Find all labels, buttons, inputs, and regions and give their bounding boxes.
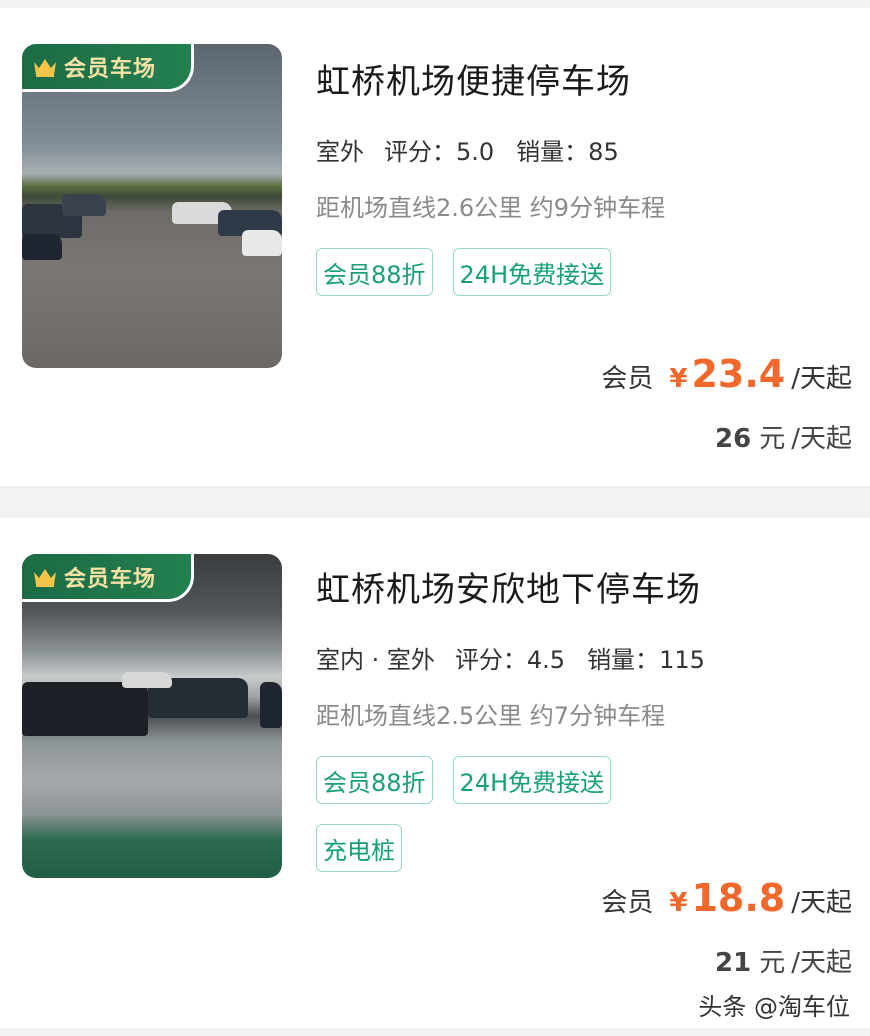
- sales-value: 85: [588, 138, 619, 166]
- environment-label: 室内 · 室外: [312, 640, 443, 675]
- sales-label: 销量：: [516, 138, 589, 166]
- environment-label: 室外: [312, 132, 372, 167]
- tag-member-discount: 会员88折: [316, 248, 433, 296]
- parking-photo: 会员车场: [22, 44, 282, 368]
- parking-title[interactable]: 虹桥机场便捷停车场: [316, 54, 631, 103]
- watermark: 头条 @淘车位: [698, 993, 850, 1021]
- badge-label: 会员车场: [64, 56, 157, 82]
- car-shape: [260, 682, 282, 728]
- feature-tags: 会员88折 24H免费接送 充电桩: [316, 756, 676, 872]
- parking-card[interactable]: 会员车场 虹桥机场安欣地下停车场 室内 · 室外 评分：4.5 销量：115 距机场…: [0, 518, 870, 1028]
- parking-photo: 会员车场: [22, 554, 282, 878]
- sales-value: 115: [659, 646, 705, 674]
- base-price-row: 26 元 /天起: [715, 418, 852, 455]
- rating-label: 评分：: [384, 138, 456, 166]
- rating-label: 评分：: [454, 646, 527, 674]
- crown-icon: [34, 568, 56, 587]
- car-shape: [22, 234, 62, 260]
- base-price-row: 21 元 /天起: [715, 942, 852, 979]
- currency-symbol: ¥: [669, 888, 688, 918]
- base-per-day-label: /天起: [791, 424, 852, 454]
- member-price-row: 会员 ¥ 18.8 /天起: [601, 876, 852, 920]
- per-day-label: /天起: [791, 364, 852, 394]
- sales-label: 销量：: [587, 646, 660, 674]
- rating-value: 4.5: [526, 646, 566, 674]
- member-price-row: 会员 ¥ 23.4 /天起: [601, 352, 852, 396]
- tag-free-shuttle: 24H免费接送: [452, 248, 612, 296]
- member-lot-badge: 会员车场: [22, 44, 194, 92]
- base-per-day-label: /天起: [791, 948, 852, 978]
- tag-free-shuttle: 24H免费接送: [452, 756, 612, 804]
- parking-meta: 室内 · 室外 评分：4.5 销量：115: [312, 640, 727, 675]
- parking-card[interactable]: 会员车场 虹桥机场便捷停车场 室外 评分：5.0 销量：85 距机场直线2.6公里 …: [0, 8, 870, 486]
- car-shape: [122, 672, 172, 688]
- tag-member-discount: 会员88折: [316, 756, 433, 804]
- per-day-label: /天起: [791, 888, 852, 918]
- car-shape: [22, 682, 148, 736]
- distance-text: 距机场直线2.5公里 约7分钟车程: [316, 702, 666, 730]
- currency-symbol: ¥: [669, 364, 688, 394]
- badge-label: 会员车场: [64, 566, 157, 592]
- parking-meta: 室外 评分：5.0 销量：85: [312, 132, 641, 167]
- feature-tags: 会员88折 24H免费接送: [316, 248, 676, 296]
- base-price: 26: [715, 424, 752, 454]
- base-price-unit: 元: [759, 948, 786, 978]
- rating-value: 5.0: [456, 138, 495, 166]
- member-price: 18.8: [691, 876, 786, 920]
- member-price-label: 会员: [601, 888, 654, 918]
- base-price: 21: [715, 948, 752, 978]
- tag-charging-pile: 充电桩: [316, 824, 402, 872]
- base-price-unit: 元: [759, 424, 786, 454]
- distance-text: 距机场直线2.6公里 约9分钟车程: [316, 194, 666, 222]
- member-price: 23.4: [691, 352, 786, 396]
- crown-icon: [34, 58, 56, 77]
- member-lot-badge: 会员车场: [22, 554, 194, 602]
- car-shape: [242, 230, 282, 256]
- member-price-label: 会员: [601, 364, 654, 394]
- car-shape: [62, 194, 106, 216]
- parking-title[interactable]: 虹桥机场安欣地下停车场: [316, 562, 701, 611]
